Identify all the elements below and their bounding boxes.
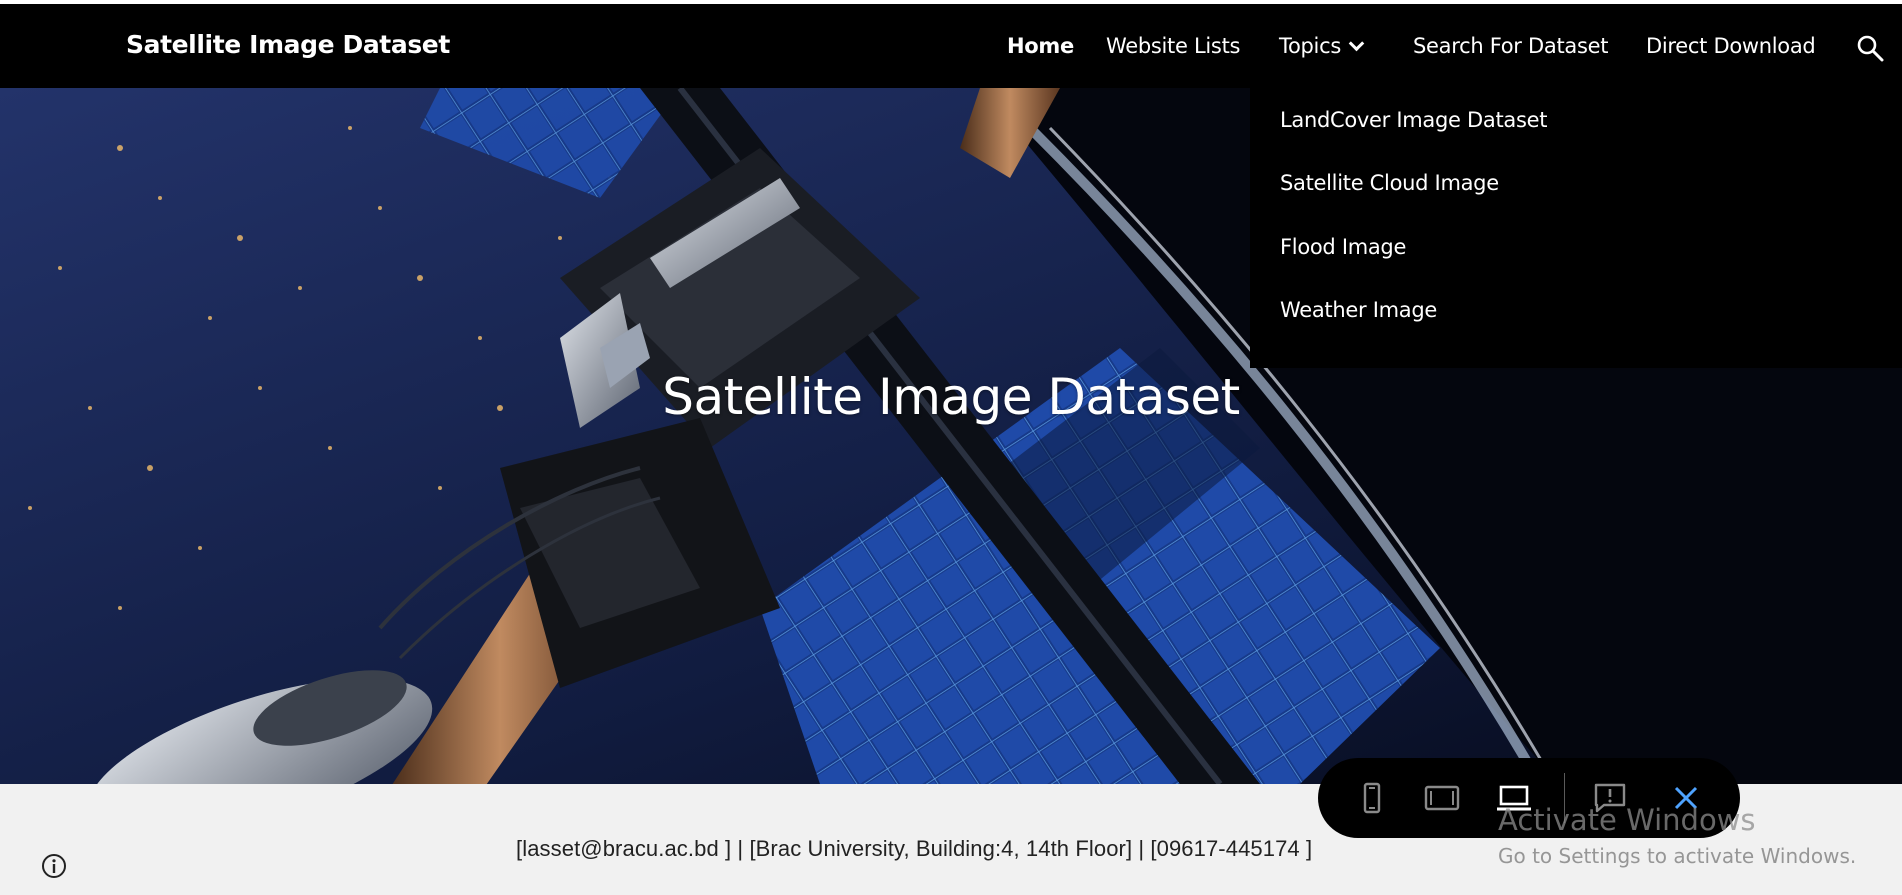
nav-direct-download-label: Direct Download xyxy=(1646,34,1816,58)
nav-topics[interactable]: Topics xyxy=(1279,34,1365,58)
search-icon[interactable] xyxy=(1856,34,1884,62)
dropdown-item-flood[interactable]: Flood Image xyxy=(1280,235,1406,259)
nav-website-lists-label: Website Lists xyxy=(1106,34,1241,58)
hero-title: Satellite Image Dataset xyxy=(662,368,1240,426)
dropdown-item-weather[interactable]: Weather Image xyxy=(1280,298,1437,322)
nav-direct-download[interactable]: Direct Download xyxy=(1646,34,1816,58)
phone-icon[interactable] xyxy=(1352,778,1392,818)
nav-home-label: Home xyxy=(1007,34,1074,58)
activate-windows-title: Activate Windows xyxy=(1498,803,1756,837)
dropdown-item-landcover[interactable]: LandCover Image Dataset xyxy=(1280,108,1547,132)
chevron-down-icon[interactable] xyxy=(1348,35,1365,52)
site-header: Satellite Image Dataset Home Website Lis… xyxy=(0,4,1902,88)
site-title[interactable]: Satellite Image Dataset xyxy=(126,30,450,59)
activate-windows-subtitle: Go to Settings to activate Windows. xyxy=(1498,844,1857,868)
nav-search-for-dataset[interactable]: Search For Dataset xyxy=(1413,34,1608,58)
nav-search-for-dataset-label: Search For Dataset xyxy=(1413,34,1609,58)
info-icon[interactable] xyxy=(40,852,68,880)
nav-topics-label: Topics xyxy=(1279,34,1341,58)
topics-dropdown-menu: LandCover Image Dataset Satellite Cloud … xyxy=(1250,88,1902,368)
tablet-icon[interactable] xyxy=(1422,778,1462,818)
nav-home[interactable]: Home xyxy=(1007,34,1074,58)
dropdown-item-satellite-cloud[interactable]: Satellite Cloud Image xyxy=(1280,171,1499,195)
top-strip xyxy=(0,0,1902,4)
footer-contact-info: [lasset@bracu.ac.bd ] | [Brac University… xyxy=(516,836,1313,861)
nav-website-lists[interactable]: Website Lists xyxy=(1106,34,1240,58)
